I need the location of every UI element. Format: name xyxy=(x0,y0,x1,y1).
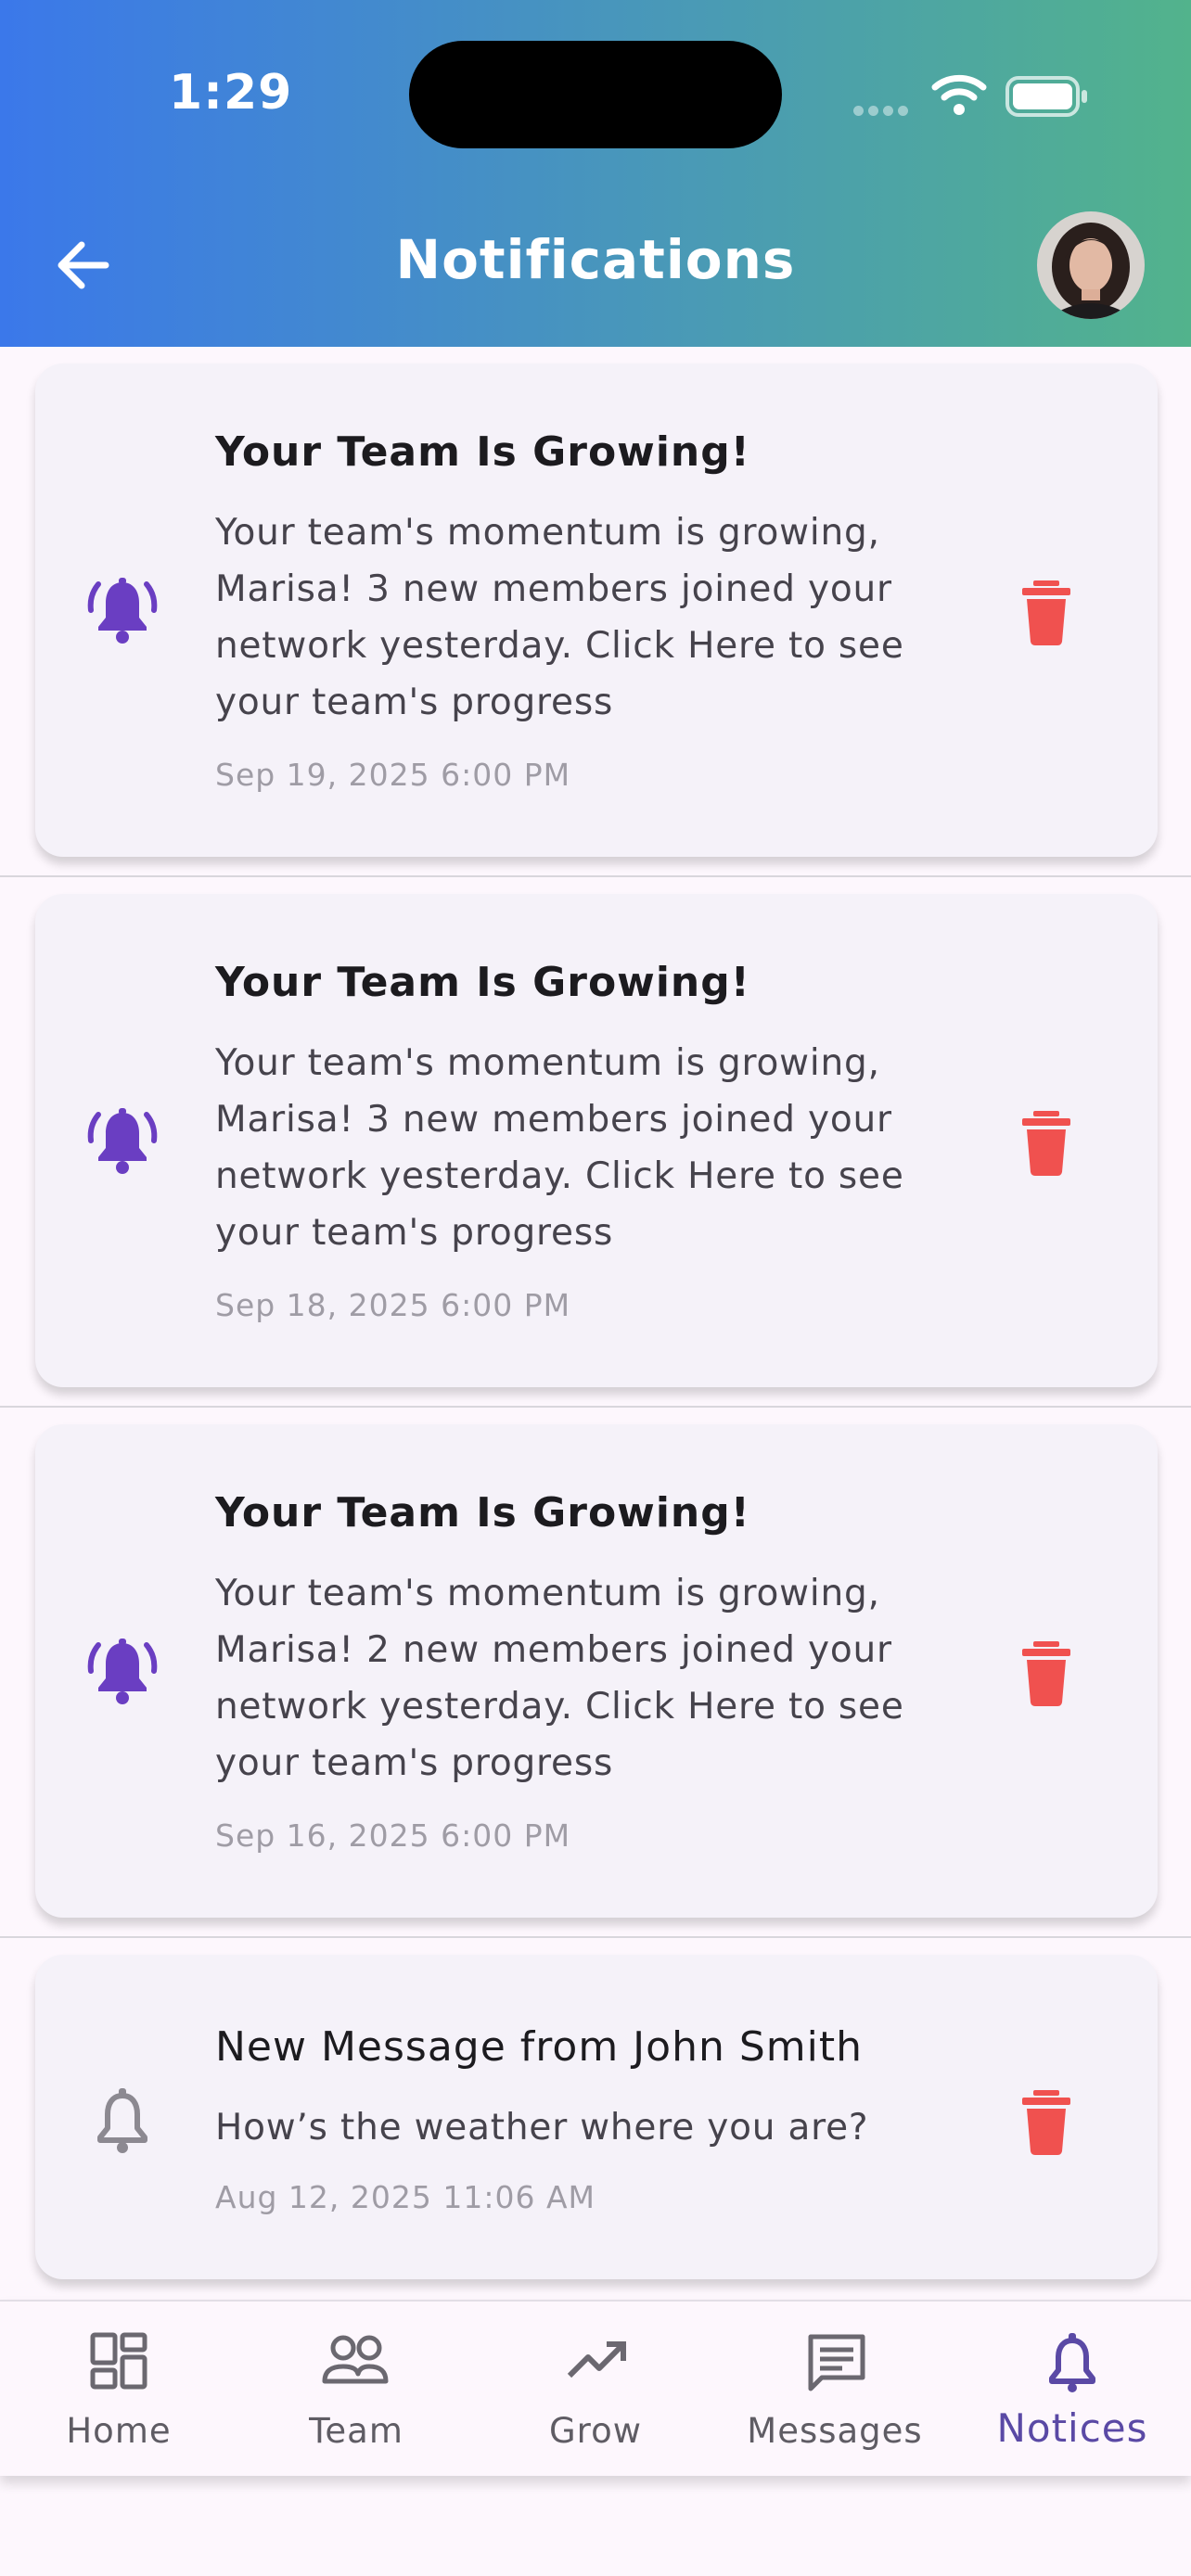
notification-date: Sep 19, 2025 6:00 PM xyxy=(215,757,571,793)
nav-home[interactable]: Home xyxy=(0,2302,237,2476)
delete-icon[interactable] xyxy=(1017,2090,1076,2155)
nav-messages[interactable]: Messages xyxy=(716,2302,954,2476)
trending-up-icon xyxy=(567,2341,626,2378)
bottom-navigation: Home Team Grow Messages Notices xyxy=(0,2300,1191,2476)
people-icon xyxy=(322,2335,389,2384)
notification-date: Sep 18, 2025 6:00 PM xyxy=(215,1287,571,1323)
avatar[interactable] xyxy=(1037,211,1145,319)
notification-body: Your team's momentum is growing, Marisa!… xyxy=(215,512,904,723)
dynamic-island xyxy=(409,41,782,148)
notification-title: Your Team Is Growing! xyxy=(215,1489,750,1537)
notification-card[interactable]: Your Team Is Growing! Your team's moment… xyxy=(35,1424,1158,1918)
notification-title: Your Team Is Growing! xyxy=(215,959,750,1006)
notification-card[interactable]: Your Team Is Growing! Your team's moment… xyxy=(35,894,1158,1387)
nav-team[interactable]: Team xyxy=(237,2302,475,2476)
notification-body: Your team's momentum is growing, Marisa!… xyxy=(215,1042,904,1254)
bell-icon xyxy=(1049,2333,1095,2392)
bell-ringing-icon xyxy=(87,578,158,644)
bell-ringing-icon xyxy=(87,1639,158,1704)
bell-ringing-icon xyxy=(87,1108,158,1174)
notification-date: Aug 12, 2025 11:06 AM xyxy=(215,2179,596,2215)
page-title: Notifications xyxy=(395,228,796,291)
nav-notices[interactable]: Notices xyxy=(954,2302,1191,2476)
wifi-icon xyxy=(931,74,987,115)
delete-icon[interactable] xyxy=(1017,1111,1076,1176)
nav-label: Home xyxy=(66,2411,172,2451)
cellular-signal-icon xyxy=(853,102,913,120)
delete-icon[interactable] xyxy=(1017,580,1076,645)
notification-body: How’s the weather where you are? xyxy=(215,2107,869,2149)
notification-date: Sep 16, 2025 6:00 PM xyxy=(215,1817,571,1854)
nav-label: Team xyxy=(309,2411,403,2451)
notification-card[interactable]: Your Team Is Growing! Your team's moment… xyxy=(35,363,1158,857)
nav-label: Messages xyxy=(747,2411,923,2451)
bell-outline-icon xyxy=(97,2088,147,2153)
divider xyxy=(0,1936,1191,1938)
battery-icon xyxy=(1005,76,1087,117)
app-header: 1:29 Notifications xyxy=(0,0,1191,347)
notification-title: Your Team Is Growing! xyxy=(215,428,750,476)
delete-icon[interactable] xyxy=(1017,1641,1076,1706)
status-time: 1:29 xyxy=(169,65,293,121)
notification-title: New Message from John Smith xyxy=(215,2023,863,2071)
dashboard-icon xyxy=(90,2332,147,2390)
nav-label: Grow xyxy=(549,2411,642,2451)
message-icon xyxy=(808,2334,865,2391)
nav-label: Notices xyxy=(996,2405,1148,2451)
divider xyxy=(0,875,1191,877)
notification-body: Your team's momentum is growing, Marisa!… xyxy=(215,1573,904,1784)
nav-grow[interactable]: Grow xyxy=(477,2302,714,2476)
notification-card[interactable]: New Message from John Smith How’s the we… xyxy=(35,1955,1158,2279)
divider xyxy=(0,1406,1191,1408)
